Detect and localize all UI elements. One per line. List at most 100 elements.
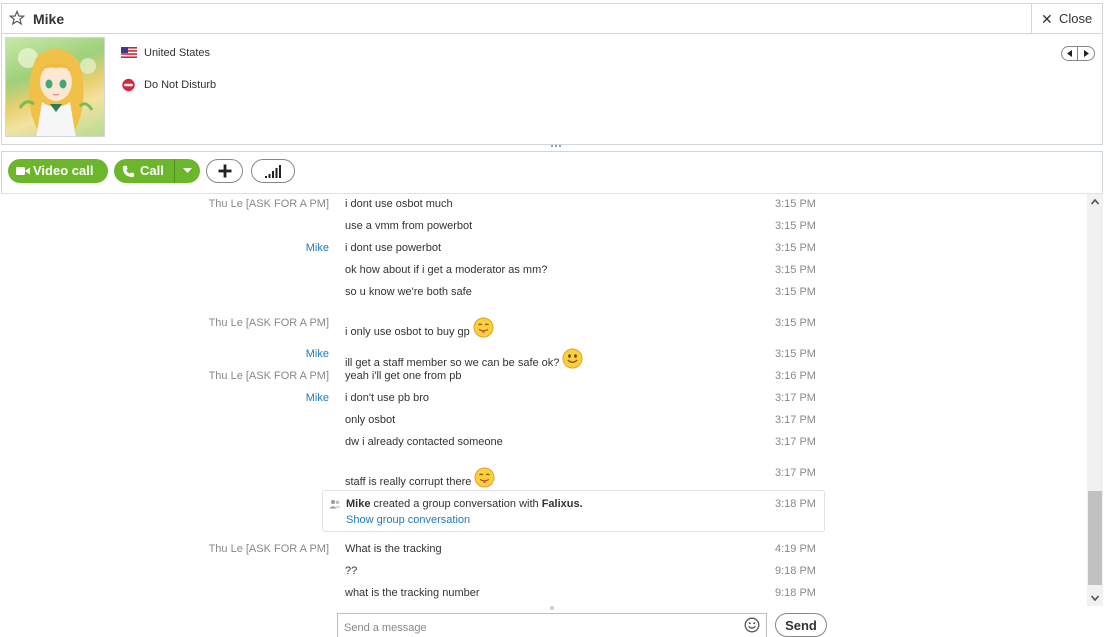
message-time: 3:15 PM <box>775 264 816 276</box>
message-time: 3:16 PM <box>775 370 816 382</box>
message-time: 3:15 PM <box>775 198 816 210</box>
message-row: Mike i don't use pb bro 3:17 PM <box>0 388 1087 408</box>
message-time: 3:15 PM <box>775 317 816 329</box>
group-notice-actor: Mike <box>346 498 371 510</box>
message-text: only osbot <box>345 414 396 426</box>
send-button[interactable]: Send <box>775 613 827 637</box>
message-sender[interactable]: Mike <box>306 242 329 254</box>
message-text: What is the tracking <box>345 543 442 555</box>
message-text: i don't use pb bro <box>345 392 430 404</box>
do-not-disturb-icon <box>122 78 135 92</box>
message-sender[interactable]: Thu Le [ASK FOR A PM] <box>209 198 329 210</box>
emoticon-picker-icon[interactable] <box>744 617 760 633</box>
call-toolbar: Video call Call <box>1 151 1103 194</box>
message-history[interactable]: Thu Le [ASK FOR A PM] i dont use osbot m… <box>0 194 1087 606</box>
message-row: ?? 9:18 PM <box>0 561 1087 581</box>
message-time: 3:18 PM <box>775 498 816 510</box>
profile-pager <box>1061 46 1095 61</box>
message-row: Mike ill get a staff member so we can be… <box>0 344 1087 369</box>
message-sender[interactable]: Thu Le [ASK FOR A PM] <box>209 317 329 329</box>
show-group-conversation-link[interactable]: Show group conversation <box>346 514 470 526</box>
conversation-header: Mike ✕ Close <box>1 3 1103 34</box>
video-camera-icon <box>16 167 30 175</box>
group-notice-text: Mike created a group conversation with F… <box>346 498 583 510</box>
message-time: 9:18 PM <box>775 565 816 577</box>
call-options-dropdown[interactable] <box>174 159 200 183</box>
scroll-down-button[interactable] <box>1087 590 1103 606</box>
video-call-button[interactable]: Video call <box>8 159 108 183</box>
message-row: Thu Le [ASK FOR A PM] yeah i'll get one … <box>0 366 1087 386</box>
message-text: i dont use osbot much <box>345 198 453 210</box>
call-button[interactable]: Call <box>114 159 174 183</box>
tongue-out-emoticon-icon <box>474 467 495 488</box>
call-label: Call <box>140 163 164 178</box>
message-row: Thu Le [ASK FOR A PM] i only use osbot t… <box>0 313 1087 338</box>
message-text: dw i already contacted someone <box>345 436 503 448</box>
us-flag-icon <box>121 47 137 58</box>
message-scrollbar[interactable] <box>1087 194 1103 606</box>
message-row: dw i already contacted someone 3:17 PM <box>0 432 1087 452</box>
message-row: ok how about if i get a moderator as mm?… <box>0 260 1087 280</box>
avatar-image <box>18 48 96 136</box>
message-row: so u know we're both safe 3:15 PM <box>0 282 1087 302</box>
message-row: use a vmm from powerbot 3:15 PM <box>0 216 1087 236</box>
call-button-group: Call <box>114 159 200 183</box>
star-icon[interactable] <box>9 10 25 26</box>
close-label: Close <box>1059 11 1093 26</box>
message-text-wrap: staff is really corrupt there <box>345 467 495 488</box>
message-text: ?? <box>345 565 358 577</box>
group-notice-body: created a group conversation with <box>373 498 539 510</box>
composer-resize-handle[interactable] <box>550 606 554 610</box>
message-text-wrap: i only use osbot to buy gp <box>345 317 494 338</box>
message-time: 3:15 PM <box>775 242 816 254</box>
message-row: Thu Le [ASK FOR A PM] i dont use osbot m… <box>0 194 1087 214</box>
status-text: Do Not Disturb <box>144 79 217 91</box>
contact-name: Mike <box>33 11 65 27</box>
message-text: i only use osbot to buy gp <box>345 326 470 338</box>
close-icon: ✕ <box>1041 11 1053 27</box>
scroll-up-button[interactable] <box>1087 194 1103 210</box>
message-row: Mike i dont use powerbot 3:15 PM <box>0 238 1087 258</box>
message-row: staff is really corrupt there 3:17 PM <box>0 463 1087 488</box>
message-row: what is the tracking number 9:18 PM <box>0 583 1087 603</box>
avatar[interactable] <box>5 37 105 137</box>
call-quality-button[interactable] <box>251 159 295 183</box>
resize-handle[interactable] <box>550 144 562 148</box>
chevron-down-icon <box>1090 595 1100 602</box>
message-text: yeah i'll get one from pb <box>345 370 462 382</box>
message-time: 3:17 PM <box>775 392 816 404</box>
group-icon <box>329 500 341 509</box>
phone-icon <box>122 165 135 178</box>
message-text: use a vmm from powerbot <box>345 220 473 232</box>
message-time: 4:19 PM <box>775 543 816 555</box>
scrollbar-thumb[interactable] <box>1088 491 1102 585</box>
signal-bars-icon <box>265 165 281 178</box>
chevron-up-icon <box>1090 198 1100 205</box>
message-sender[interactable]: Thu Le [ASK FOR A PM] <box>209 370 329 382</box>
message-input[interactable] <box>337 613 767 637</box>
chevron-left-icon <box>1067 50 1072 57</box>
message-row: only osbot 3:17 PM <box>0 410 1087 430</box>
plus-icon <box>218 164 232 178</box>
next-button[interactable] <box>1078 47 1094 60</box>
message-text: so u know we're both safe <box>345 286 472 298</box>
message-time: 3:15 PM <box>775 220 816 232</box>
message-text: ok how about if i get a moderator as mm? <box>345 264 548 276</box>
message-time: 3:15 PM <box>775 286 816 298</box>
tongue-out-emoticon-icon <box>473 317 494 338</box>
message-time: 3:15 PM <box>775 348 816 360</box>
message-time: 3:17 PM <box>775 436 816 448</box>
message-text: what is the tracking number <box>345 587 480 599</box>
message-row: Thu Le [ASK FOR A PM] What is the tracki… <box>0 539 1087 559</box>
video-call-label: Video call <box>33 163 94 178</box>
contact-profile: United States Do Not Disturb <box>1 34 1103 145</box>
message-sender[interactable]: Thu Le [ASK FOR A PM] <box>209 543 329 555</box>
add-people-button[interactable] <box>206 159 243 183</box>
message-text: i dont use powerbot <box>345 242 442 254</box>
message-sender[interactable]: Mike <box>306 392 329 404</box>
close-button[interactable]: ✕ Close <box>1031 4 1102 33</box>
message-sender[interactable]: Mike <box>306 348 329 360</box>
previous-button[interactable] <box>1062 47 1078 60</box>
message-time: 3:17 PM <box>775 467 816 479</box>
location-text: United States <box>144 47 211 59</box>
